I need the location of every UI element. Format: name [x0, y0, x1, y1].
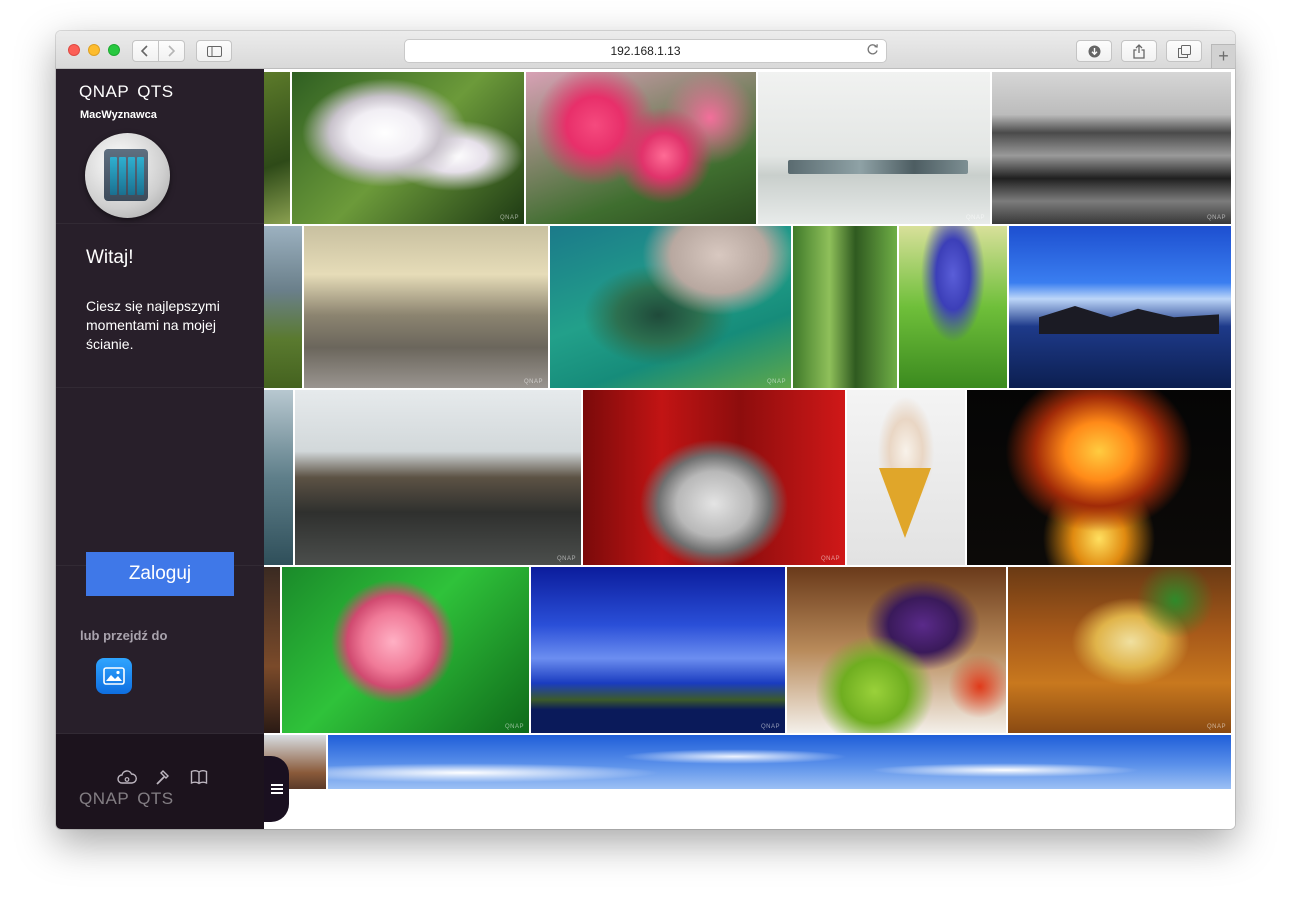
forward-button[interactable] [158, 40, 185, 62]
cloud-icon [117, 770, 137, 784]
photo-tile[interactable] [899, 226, 1007, 388]
downloads-button[interactable] [1076, 40, 1112, 62]
url-text: 192.168.1.13 [610, 44, 681, 58]
photo-tile[interactable]: QNAP [531, 567, 785, 733]
photo-watermark: QNAP [1206, 724, 1226, 730]
photo-tile[interactable] [967, 390, 1231, 565]
boats-shape [788, 160, 968, 174]
manual-link-button[interactable] [188, 766, 210, 788]
photo-tile[interactable] [787, 567, 1006, 733]
footer-brand-logo: QNAP QTS [79, 789, 174, 809]
photo-station-icon [103, 667, 125, 685]
welcome-text: Ciesz się najlepszymi momentami na mojej… [86, 298, 220, 352]
photo-tile[interactable] [264, 390, 293, 565]
sidebar-icon [206, 45, 222, 57]
close-window-button[interactable] [68, 44, 80, 56]
photo-watermark: QNAP [965, 215, 985, 221]
photo-tile[interactable]: QNAP [550, 226, 791, 388]
share-button[interactable] [1121, 40, 1157, 62]
brand-logo: QNAP QTS [79, 82, 174, 102]
photo-tile[interactable]: QNAP [758, 72, 990, 224]
browser-toolbar: 192.168.1.13 + [56, 31, 1235, 69]
browser-window: 192.168.1.13 + QNAP QNAP QNAP QNAP QNAP … [56, 31, 1235, 829]
show-tabs-button[interactable] [1166, 40, 1202, 62]
chevron-right-icon [168, 45, 176, 57]
download-icon [1088, 45, 1100, 57]
photo-tile[interactable] [526, 72, 756, 224]
photo-tile[interactable]: QNAP [1008, 567, 1231, 733]
nas-device-icon [85, 133, 170, 218]
brand-qnap: QNAP [79, 82, 130, 101]
photo-tile[interactable]: QNAP [992, 72, 1231, 224]
photo-tile[interactable]: QNAP [292, 72, 524, 224]
new-tab-button[interactable]: + [1211, 44, 1235, 68]
book-icon [190, 770, 208, 785]
tabs-icon [1177, 44, 1191, 58]
brand-qts: QTS [137, 82, 174, 101]
photo-tile[interactable]: QNAP [304, 226, 548, 388]
footer-icons [116, 766, 210, 788]
login-sidebar: QNAP QTS MacWyznawca Witaj! Ciesz się naj… [56, 69, 264, 829]
photo-watermark: QNAP [1206, 215, 1226, 221]
sidebar-spacer [56, 388, 264, 566]
photo-watermark: QNAP [820, 556, 840, 562]
share-icon [1133, 43, 1145, 59]
footer-brand-qnap: QNAP [79, 789, 130, 808]
reload-icon [867, 44, 878, 55]
photo-tile[interactable] [1009, 226, 1231, 388]
photo-tile[interactable]: QNAP [282, 567, 529, 733]
photo-watermark: QNAP [499, 215, 519, 221]
welcome-section: Witaj! Ciesz się najlepszymi momentami n… [56, 224, 264, 388]
photo-tile[interactable] [264, 567, 280, 733]
hammer-icon [156, 770, 169, 785]
photo-watermark: QNAP [556, 556, 576, 562]
device-name: MacWyznawca [80, 109, 157, 121]
navigation-buttons [132, 40, 185, 62]
sidebar-header: QNAP QTS MacWyznawca [56, 69, 264, 224]
page-content: QNAP QNAP QNAP QNAP QNAP QNAP QNAP QNAP … [56, 69, 1235, 829]
address-bar[interactable]: 192.168.1.13 [404, 39, 887, 63]
back-button[interactable] [132, 40, 159, 62]
photo-watermark: QNAP [766, 379, 786, 385]
hamburger-menu-icon [270, 784, 283, 794]
zoom-window-button[interactable] [108, 44, 120, 56]
helpdesk-link-button[interactable] [152, 766, 174, 788]
photo-tile[interactable] [264, 72, 290, 224]
or-go-to-label: lub przejdź do [80, 628, 168, 643]
photo-watermark: QNAP [504, 724, 524, 730]
photo-watermark: QNAP [760, 724, 780, 730]
villa-shape [1039, 306, 1219, 334]
photo-tile[interactable] [264, 226, 302, 388]
photo-watermark: QNAP [523, 379, 543, 385]
sidebar-toggle-tab[interactable] [264, 756, 289, 822]
photo-tile[interactable] [328, 735, 1231, 789]
chevron-left-icon [141, 45, 148, 57]
cloud-link-button[interactable] [116, 766, 138, 788]
photo-tile[interactable] [847, 390, 965, 565]
photo-tile[interactable]: QNAP [583, 390, 845, 565]
reload-button[interactable] [864, 43, 880, 59]
welcome-title: Witaj! [86, 247, 134, 268]
photo-tile[interactable]: QNAP [295, 390, 581, 565]
login-button[interactable]: Zaloguj [86, 552, 234, 596]
photo-station-link[interactable] [96, 658, 132, 694]
minimize-window-button[interactable] [88, 44, 100, 56]
photo-tile[interactable] [793, 226, 897, 388]
plus-icon: + [1218, 46, 1229, 66]
sidebar-toggle-button[interactable] [196, 40, 232, 62]
cone-shape [879, 468, 931, 538]
footer-brand-qts: QTS [137, 789, 174, 808]
